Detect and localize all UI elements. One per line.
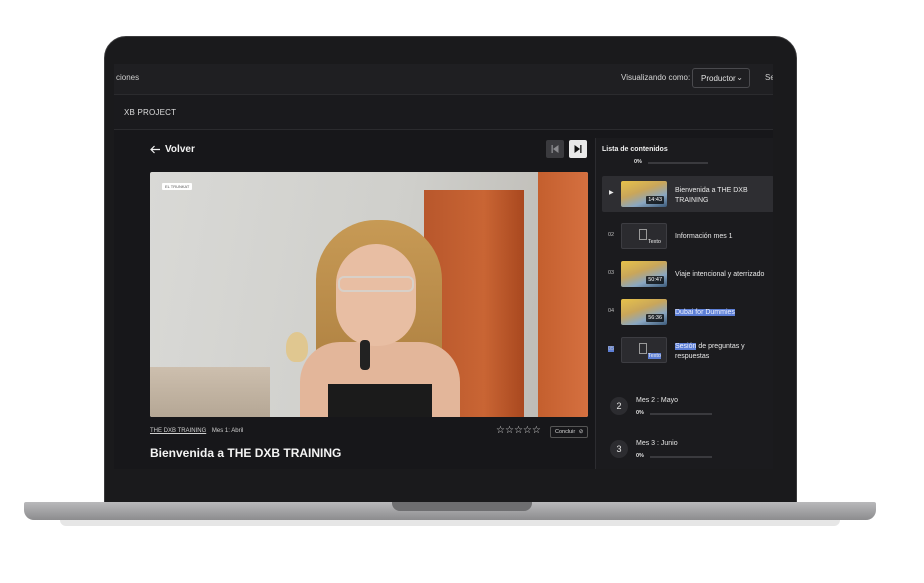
list-item[interactable]: 05 Texto Sesión de preguntas y respuesta… xyxy=(602,332,773,368)
chevron-down-icon: ⌄ xyxy=(736,73,743,82)
project-bar: XB PROJECT xyxy=(114,95,773,130)
list-item-number: 03 xyxy=(608,270,615,276)
duration-badge: 14:43 xyxy=(646,196,664,204)
list-item-label: Viaje intencional y aterrizado xyxy=(675,271,765,278)
star-icon[interactable]: ☆ xyxy=(514,425,523,436)
viewing-as-select[interactable]: Productor ⌄ xyxy=(692,68,750,88)
laptop-notch xyxy=(392,502,532,511)
list-item-number: 05 xyxy=(608,346,615,352)
module-label: Mes 1: Abril xyxy=(211,428,244,434)
video-watermark: EL TRUNKAT xyxy=(162,183,193,190)
check-circle-icon: ⊘ xyxy=(578,429,584,435)
video-frame-door-right xyxy=(538,172,588,417)
top-bar-left-text[interactable]: ciones xyxy=(116,73,139,82)
content-list-title: Lista de contenidos xyxy=(602,146,668,153)
star-icon[interactable]: ☆ xyxy=(505,425,514,436)
top-progress-bar xyxy=(648,162,708,164)
top-bar-right-text[interactable]: Se xyxy=(765,73,773,82)
star-icon[interactable]: ☆ xyxy=(523,425,532,436)
document-icon xyxy=(639,343,647,354)
video-frame-shelf xyxy=(150,367,270,417)
selected-text: Sesión xyxy=(675,343,697,350)
video-frame-lamp xyxy=(286,332,308,362)
month-progress-bar xyxy=(650,413,712,415)
top-bar: ciones Visualizando como: Productor ⌄ Se xyxy=(114,64,773,95)
video-frame-person-face xyxy=(336,244,416,346)
next-lesson-button[interactable] xyxy=(569,140,587,158)
list-item[interactable]: 02 Texto Información mes 1 xyxy=(602,218,773,254)
list-item-label: Bienvenida a THE DXB TRAINING xyxy=(675,187,748,204)
list-item-number: 04 xyxy=(608,308,615,314)
video-frame-glasses xyxy=(338,276,414,292)
lesson-thumbnail: Texto xyxy=(621,337,667,363)
conclude-button[interactable]: Concluir ⊘ xyxy=(550,426,588,438)
star-icon[interactable]: ☆ xyxy=(532,425,541,436)
top-progress-percent: 0% xyxy=(634,159,642,165)
video-frame-microphone xyxy=(360,340,370,370)
play-icon: ▶ xyxy=(609,190,614,196)
document-icon xyxy=(639,229,647,240)
month-number: 3 xyxy=(610,440,628,458)
arrow-left-icon xyxy=(150,145,160,154)
star-icon[interactable]: ☆ xyxy=(496,425,505,436)
lesson-title: Bienvenida a THE DXB TRAINING xyxy=(150,446,342,460)
thumbnail-type-label: Texto xyxy=(647,353,661,359)
duration-badge: 56:36 xyxy=(646,314,664,322)
duration-badge: 50:47 xyxy=(646,276,664,284)
lesson-meta: THE DXB TRAINING Mes 1: Abril xyxy=(150,428,243,434)
list-item-number: 02 xyxy=(608,232,615,238)
previous-lesson-button[interactable] xyxy=(546,140,564,158)
lesson-thumbnail: Texto xyxy=(621,223,667,249)
month-number: 2 xyxy=(610,397,628,415)
skip-next-icon xyxy=(574,145,582,153)
laptop-shadow xyxy=(60,520,840,526)
month-title: Mes 2 : Mayo xyxy=(636,397,679,404)
back-label: Volver xyxy=(165,144,195,155)
month-progress-percent: 0% xyxy=(636,453,644,459)
back-button[interactable]: Volver xyxy=(150,144,195,155)
lesson-thumbnail: 56:36 xyxy=(621,299,667,325)
lesson-thumbnail: 14:43 xyxy=(621,181,667,207)
list-item[interactable]: ▶ 14:43 Bienvenida a THE DXB TRAINING xyxy=(602,176,773,212)
list-item[interactable]: 03 50:47 Viaje intencional y aterrizado xyxy=(602,256,773,292)
conclude-label: Concluir xyxy=(555,429,576,435)
skip-previous-icon xyxy=(551,145,559,153)
list-item-label: Dubai for Dummies xyxy=(675,308,773,318)
month-section[interactable]: 2 Mes 2 : Mayo 0% xyxy=(602,386,773,424)
content-list-panel: Lista de contenidos 0% ▶ 14:43 Bienvenid… xyxy=(595,138,773,469)
video-player[interactable]: EL TRUNKAT xyxy=(150,172,588,417)
selected-text: Dubai for Dummies xyxy=(675,309,735,316)
month-progress-percent: 0% xyxy=(636,410,644,416)
viewing-as-label: Visualizando como: xyxy=(621,73,691,82)
month-progress-bar xyxy=(650,456,712,458)
list-item-label: Sesión de preguntas y respuestas xyxy=(675,342,773,362)
lesson-thumbnail: 50:47 xyxy=(621,261,667,287)
rating-stars[interactable]: ☆☆☆☆☆ xyxy=(496,425,541,436)
month-section[interactable]: 3 Mes 3 : Junio 0% xyxy=(602,429,773,467)
list-item[interactable]: 04 56:36 Dubai for Dummies xyxy=(602,294,773,330)
course-link[interactable]: THE DXB TRAINING xyxy=(150,428,206,434)
viewing-as-value: Productor xyxy=(701,74,736,83)
month-title: Mes 3 : Junio xyxy=(636,440,678,447)
project-name: XB PROJECT xyxy=(124,108,177,117)
video-frame-person-top xyxy=(328,384,432,417)
list-item-label: Información mes 1 xyxy=(675,233,733,240)
laptop-screen: ciones Visualizando como: Productor ⌄ Se… xyxy=(114,64,773,469)
thumbnail-type-label: Texto xyxy=(647,239,661,245)
